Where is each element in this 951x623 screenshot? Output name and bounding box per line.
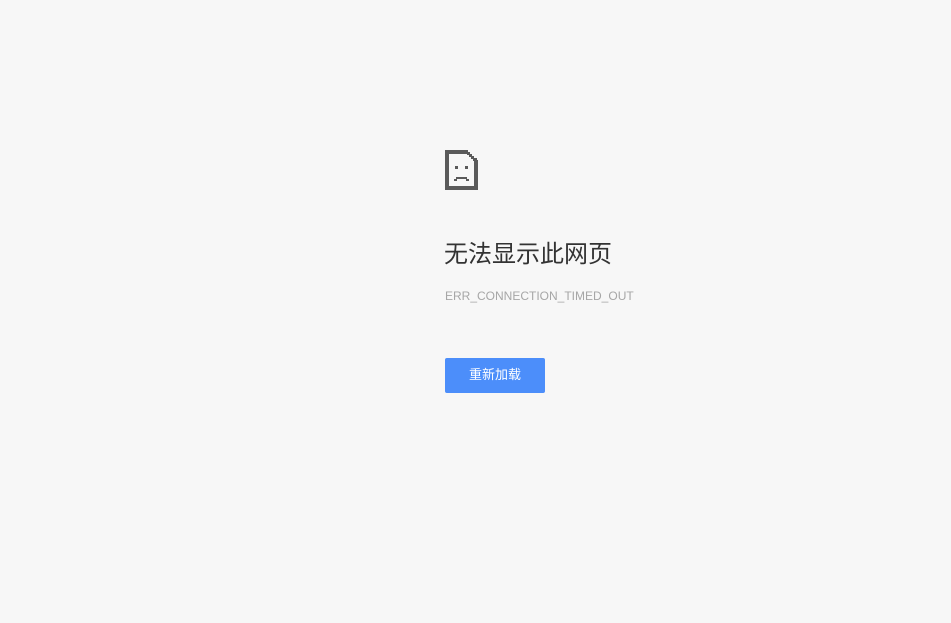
error-page: 无法显示此网页 ERR_CONNECTION_TIMED_OUT 重新加载 — [0, 0, 951, 623]
page-title: 无法显示此网页 — [444, 240, 612, 268]
sad-document-icon — [445, 150, 479, 190]
reload-button[interactable]: 重新加载 — [445, 358, 545, 393]
error-code: ERR_CONNECTION_TIMED_OUT — [445, 289, 634, 303]
